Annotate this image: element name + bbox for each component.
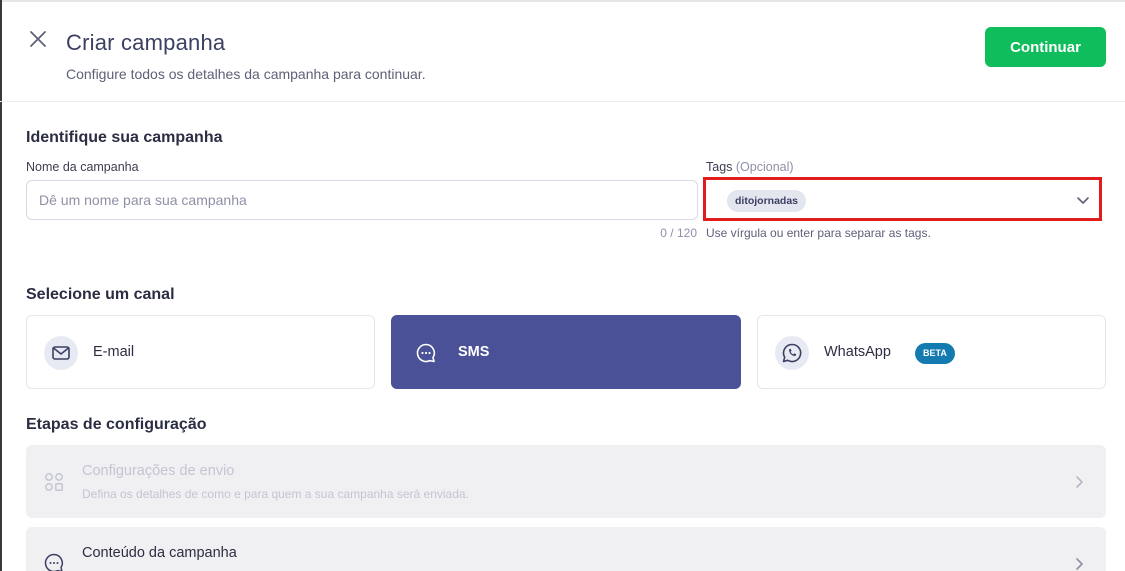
continue-button[interactable]: Continuar [985, 27, 1106, 67]
close-icon[interactable] [27, 28, 49, 50]
modal-header: Criar campanha Configure todos os detalh… [0, 0, 1125, 102]
step-card-send-settings[interactable]: Configurações de envio Defina os detalhe… [26, 445, 1106, 518]
character-counter: 0 / 120 [660, 226, 697, 240]
channel-label: E-mail [93, 344, 135, 360]
channel-card-sms[interactable]: SMS [391, 315, 741, 389]
tag-chip[interactable]: ditojornadas [727, 190, 807, 212]
tags-select[interactable]: ditojornadas [703, 177, 1102, 221]
chevron-right-icon [1072, 557, 1086, 571]
mail-icon [44, 336, 78, 370]
channel-label: SMS [458, 344, 490, 360]
grid-icon [43, 471, 65, 493]
steps-section-title: Etapas de configuração [26, 416, 207, 433]
tags-optional-text: (Opcional) [735, 160, 794, 174]
step-card-campaign-content[interactable]: Conteúdo da campanha [26, 527, 1106, 571]
chat-bubble-icon [409, 336, 443, 370]
page-subtitle: Configure todos os detalhes da campanha … [66, 66, 426, 82]
channel-section-title: Selecione um canal [26, 286, 175, 303]
whatsapp-icon [775, 336, 809, 370]
tags-label-text: Tags [706, 160, 733, 174]
tags-hint: Use vírgula ou enter para separar as tag… [706, 226, 931, 240]
chevron-right-icon [1072, 475, 1086, 489]
chevron-down-icon[interactable] [1076, 193, 1090, 207]
page-title: Criar campanha [66, 30, 226, 55]
step-description: Defina os detalhes de como e para quem a… [82, 487, 469, 501]
step-title: Conteúdo da campanha [82, 545, 237, 561]
chat-bubble-icon [43, 552, 65, 571]
step-title: Configurações de envio [82, 463, 235, 479]
channel-label: WhatsApp [824, 344, 891, 360]
tags-label: Tags (Opcional) [706, 160, 794, 174]
campaign-name-label: Nome da campanha [26, 160, 139, 174]
channel-card-email[interactable]: E-mail [26, 315, 375, 389]
identify-section-title: Identifique sua campanha [26, 129, 223, 146]
beta-badge: BETA [915, 343, 955, 364]
channel-card-whatsapp[interactable]: WhatsApp BETA [757, 315, 1106, 389]
campaign-name-input[interactable] [26, 180, 698, 220]
